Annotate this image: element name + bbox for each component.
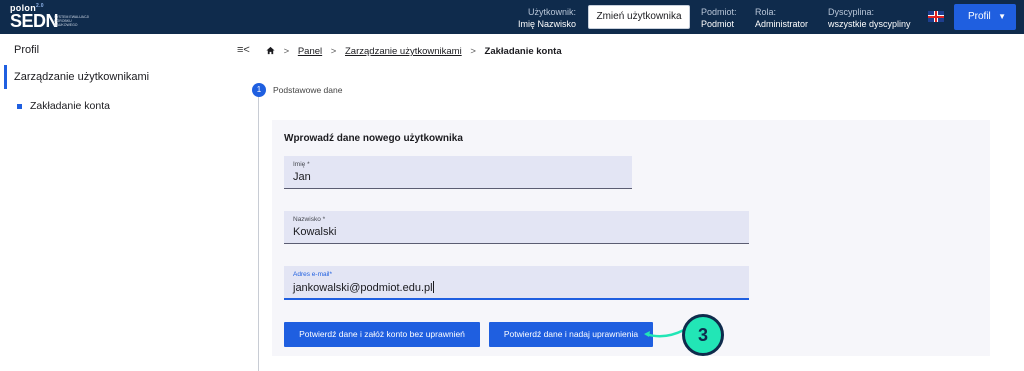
logo-subtitle: SYSTEM EWALUACJI DOROBKU NAUKOWEGO bbox=[54, 15, 90, 27]
role-value: Administrator bbox=[755, 19, 809, 29]
breadcrumb-current: Zakładanie konta bbox=[484, 46, 562, 57]
discipline-label: Dyscyplina: bbox=[828, 7, 875, 17]
callout-number-badge: 3 bbox=[682, 314, 724, 356]
form-title: Wprowadź dane nowego użytkownika bbox=[284, 133, 463, 144]
breadcrumb-separator: > bbox=[330, 46, 337, 57]
breadcrumb-separator: > bbox=[283, 46, 290, 57]
uk-flag-icon[interactable] bbox=[928, 11, 944, 22]
sidebar: Profil Zarządzanie użytkownikami Zakłada… bbox=[0, 34, 246, 371]
role-info: Rola: Administrator bbox=[755, 6, 808, 30]
confirm-and-grant-permissions-button[interactable]: Potwierdź dane i nadaj uprawnienia bbox=[489, 322, 653, 347]
email-value: jankowalski@podmiot.edu.pl bbox=[293, 282, 433, 294]
last-name-value: Kowalski bbox=[293, 226, 337, 238]
bullet-icon bbox=[17, 104, 22, 109]
user-label: Użytkownik: bbox=[527, 7, 576, 17]
entity-info: Podmiot: Podmiot bbox=[701, 6, 737, 30]
logo-sedn-text: SEDN bbox=[10, 11, 59, 31]
discipline-info: Dyscyplina: wszystkie dyscypliny bbox=[828, 6, 911, 30]
logo-version: 2.0 bbox=[36, 3, 44, 9]
step-number-badge: 1 bbox=[252, 83, 266, 97]
step-connector-line bbox=[258, 95, 259, 371]
sidebar-item-label: Zarządzanie użytkownikami bbox=[14, 71, 150, 83]
role-label: Rola: bbox=[755, 7, 777, 17]
top-header: polon2.0 SEDN SYSTEM EWALUACJI DOROBKU N… bbox=[0, 0, 1024, 34]
sidebar-title[interactable]: Profil bbox=[14, 44, 39, 56]
discipline-value: wszystkie dyscypliny bbox=[828, 19, 911, 29]
home-icon[interactable] bbox=[266, 46, 275, 55]
first-name-value: Jan bbox=[293, 171, 311, 183]
sidebar-subitem-label: Zakładanie konta bbox=[30, 100, 110, 112]
breadcrumb-separator: > bbox=[470, 46, 476, 57]
active-indicator bbox=[4, 65, 7, 89]
breadcrumb-user-management-link[interactable]: Zarządzanie użytkownikami bbox=[345, 46, 462, 57]
profile-button-label: Profil bbox=[968, 11, 991, 22]
user-info: Użytkownik: Imię Nazwisko bbox=[510, 6, 576, 30]
entity-value: Podmiot bbox=[701, 19, 735, 29]
breadcrumb: > Panel > Zarządzanie użytkownikami > Za… bbox=[266, 45, 562, 57]
last-name-field[interactable]: Nazwisko * Kowalski bbox=[284, 211, 749, 244]
breadcrumb-panel-link[interactable]: Panel bbox=[298, 46, 322, 57]
sidebar-item-user-management[interactable]: Zarządzanie użytkownikami bbox=[0, 65, 246, 89]
collapse-menu-icon[interactable]: ≡< bbox=[237, 44, 250, 56]
change-user-button[interactable]: Zmień użytkownika bbox=[588, 5, 690, 29]
text-cursor bbox=[432, 281, 434, 293]
email-field[interactable]: Adres e-mail* jankowalski@podmiot.edu.pl bbox=[284, 266, 749, 300]
new-user-form-card: Wprowadź dane nowego użytkownika Imię * … bbox=[272, 120, 990, 356]
first-name-label: Imię * bbox=[293, 161, 310, 168]
step-label: Podstawowe dane bbox=[273, 85, 343, 95]
chevron-down-icon: ▼ bbox=[998, 12, 1006, 21]
profile-button[interactable]: Profil ▼ bbox=[954, 4, 1016, 30]
entity-label: Podmiot: bbox=[701, 7, 737, 17]
user-name: Imię Nazwisko bbox=[517, 19, 576, 29]
confirm-without-permissions-button[interactable]: Potwierdź dane i załóż konto bez uprawni… bbox=[284, 322, 480, 347]
last-name-label: Nazwisko * bbox=[293, 216, 326, 223]
first-name-field[interactable]: Imię * Jan bbox=[284, 156, 632, 189]
polon-sedn-logo[interactable]: polon2.0 SEDN SYSTEM EWALUACJI DOROBKU N… bbox=[10, 3, 90, 31]
email-label: Adres e-mail* bbox=[293, 271, 333, 278]
